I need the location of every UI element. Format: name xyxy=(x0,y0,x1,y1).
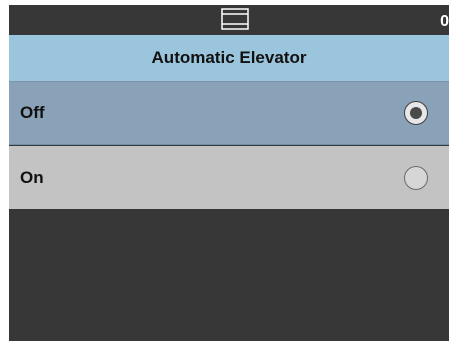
radio-selected-dot xyxy=(410,107,422,119)
option-on-radio[interactable] xyxy=(404,165,428,190)
option-off-radio[interactable] xyxy=(404,101,428,125)
page-counter: 0 xyxy=(440,13,449,30)
title-bar: Automatic Elevator xyxy=(9,35,449,81)
status-bar: 0 xyxy=(9,5,449,35)
option-off-label: Off xyxy=(20,103,45,122)
option-on[interactable]: On xyxy=(9,146,449,209)
option-on-label: On xyxy=(20,167,44,187)
page-title: Automatic Elevator xyxy=(151,48,307,67)
device-screen: 0 Automatic Elevator Off On xyxy=(9,5,449,341)
document-tray-icon xyxy=(221,8,249,30)
option-off[interactable]: Off xyxy=(9,81,449,145)
